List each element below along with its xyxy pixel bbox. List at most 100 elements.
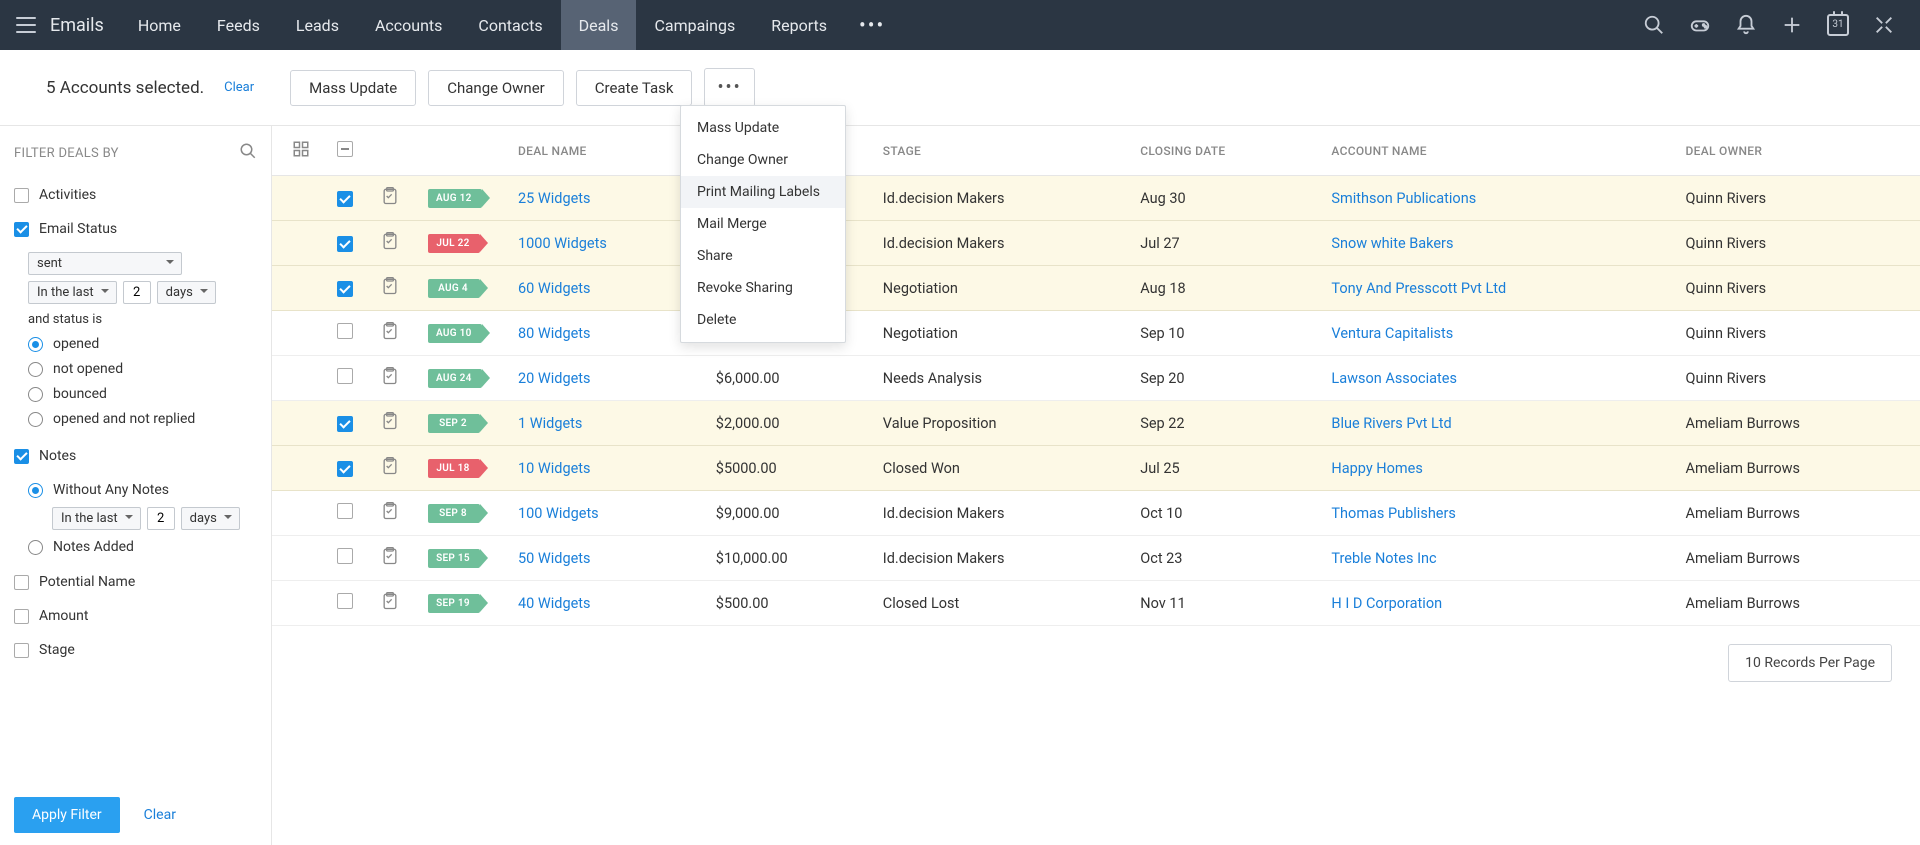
table-row[interactable]: SEP 8100 Widgets$9,000.00Id.decision Mak…: [272, 491, 1920, 536]
table-row[interactable]: JUL 221000 Widgets$4,000.00Id.decision M…: [272, 221, 1920, 266]
col-closing[interactable]: CLOSING DATE: [1130, 126, 1321, 176]
filter-notes[interactable]: Notes: [14, 448, 257, 464]
change-owner-button[interactable]: Change Owner: [428, 70, 563, 106]
filter-search-icon[interactable]: [239, 142, 257, 164]
deal-link[interactable]: 100 Widgets: [518, 505, 599, 522]
row-checkbox[interactable]: [337, 191, 353, 207]
timeframe-select[interactable]: In the last: [28, 281, 117, 304]
account-link[interactable]: Smithson Publications: [1331, 190, 1476, 207]
row-checkbox[interactable]: [337, 281, 353, 297]
create-task-button[interactable]: Create Task: [576, 70, 693, 106]
dropdown-item[interactable]: Print Mailing Labels: [681, 176, 845, 208]
row-checkbox[interactable]: [337, 416, 353, 432]
task-icon[interactable]: [380, 546, 400, 566]
account-link[interactable]: Happy Homes: [1331, 460, 1422, 477]
table-row[interactable]: AUG 1225 Widgets$10,000.00Id.decision Ma…: [272, 176, 1920, 221]
bell-icon[interactable]: [1734, 13, 1758, 37]
select-all-checkbox[interactable]: [337, 141, 353, 157]
deal-link[interactable]: 20 Widgets: [518, 370, 591, 387]
filter-potential-name[interactable]: Potential Name: [14, 574, 257, 590]
task-icon[interactable]: [380, 366, 400, 386]
plus-icon[interactable]: [1780, 13, 1804, 37]
table-row[interactable]: SEP 1940 Widgets$500.00Closed LostNov 11…: [272, 581, 1920, 626]
table-row[interactable]: SEP 1550 Widgets$10,000.00Id.decision Ma…: [272, 536, 1920, 581]
task-icon[interactable]: [380, 501, 400, 521]
row-checkbox[interactable]: [337, 368, 353, 384]
column-settings-icon[interactable]: [292, 140, 310, 158]
nav-tab-home[interactable]: Home: [120, 0, 199, 50]
filter-stage[interactable]: Stage: [14, 642, 257, 658]
table-row[interactable]: SEP 21 Widgets$2,000.00Value Proposition…: [272, 401, 1920, 446]
row-checkbox[interactable]: [337, 236, 353, 252]
notes-number[interactable]: [147, 507, 175, 530]
task-icon[interactable]: [380, 186, 400, 206]
nav-tab-accounts[interactable]: Accounts: [357, 0, 460, 50]
task-icon[interactable]: [380, 591, 400, 611]
records-per-page-select[interactable]: 10 Records Per Page: [1728, 644, 1892, 682]
notes-timeframe-select[interactable]: In the last: [52, 507, 141, 530]
task-icon[interactable]: [380, 411, 400, 431]
account-link[interactable]: H I D Corporation: [1331, 595, 1442, 612]
filter-amount[interactable]: Amount: [14, 608, 257, 624]
account-link[interactable]: Ventura Capitalists: [1331, 325, 1453, 342]
filter-email-status[interactable]: Email Status: [14, 221, 257, 237]
deal-link[interactable]: 40 Widgets: [518, 595, 591, 612]
row-checkbox[interactable]: [337, 503, 353, 519]
status-select[interactable]: sent: [28, 252, 182, 275]
nav-tab-reports[interactable]: Reports: [753, 0, 845, 50]
task-icon[interactable]: [380, 276, 400, 296]
row-checkbox[interactable]: [337, 323, 353, 339]
dropdown-item[interactable]: Revoke Sharing: [681, 272, 845, 304]
gamepad-icon[interactable]: [1688, 13, 1712, 37]
deal-link[interactable]: 80 Widgets: [518, 325, 591, 342]
dropdown-item[interactable]: Mass Update: [681, 112, 845, 144]
clear-selection-link[interactable]: Clear: [224, 80, 254, 95]
dropdown-item[interactable]: Change Owner: [681, 144, 845, 176]
account-link[interactable]: Tony And Presscott Pvt Ltd: [1331, 280, 1506, 297]
account-link[interactable]: Blue Rivers Pvt Ltd: [1331, 415, 1451, 432]
calendar-icon[interactable]: 31: [1826, 13, 1850, 37]
app-brand[interactable]: Emails: [50, 15, 104, 36]
account-link[interactable]: Snow white Bakers: [1331, 235, 1453, 252]
notes-unit-select[interactable]: days: [181, 507, 240, 530]
hamburger-icon[interactable]: [16, 17, 36, 33]
nav-tab-contacts[interactable]: Contacts: [460, 0, 560, 50]
nav-more-icon[interactable]: •••: [845, 13, 899, 37]
account-link[interactable]: Thomas Publishers: [1331, 505, 1455, 522]
notes-without-radio[interactable]: Without Any Notes: [28, 482, 257, 498]
nav-tab-feeds[interactable]: Feeds: [199, 0, 278, 50]
row-checkbox[interactable]: [337, 548, 353, 564]
apply-filter-button[interactable]: Apply Filter: [14, 797, 120, 833]
account-link[interactable]: Lawson Associates: [1331, 370, 1457, 387]
account-link[interactable]: Treble Notes Inc: [1331, 550, 1436, 567]
deal-link[interactable]: 10 Widgets: [518, 460, 591, 477]
status-radio[interactable]: not opened: [28, 361, 257, 377]
task-icon[interactable]: [380, 456, 400, 476]
task-icon[interactable]: [380, 321, 400, 341]
unit-select[interactable]: days: [157, 281, 216, 304]
col-stage[interactable]: STAGE: [873, 126, 1130, 176]
col-account[interactable]: ACCOUNT NAME: [1321, 126, 1675, 176]
deal-link[interactable]: 50 Widgets: [518, 550, 591, 567]
dropdown-item[interactable]: Delete: [681, 304, 845, 336]
table-row[interactable]: JUL 1810 Widgets$5000.00Closed WonJul 25…: [272, 446, 1920, 491]
notes-added-radio[interactable]: Notes Added: [28, 539, 257, 555]
search-icon[interactable]: [1642, 13, 1666, 37]
table-row[interactable]: AUG 2420 Widgets$6,000.00Needs AnalysisS…: [272, 356, 1920, 401]
table-row[interactable]: AUG 1080 Widgets$11,000.00NegotiationSep…: [272, 311, 1920, 356]
status-radio[interactable]: bounced: [28, 386, 257, 402]
col-owner[interactable]: DEAL OWNER: [1676, 126, 1920, 176]
dropdown-item[interactable]: Share: [681, 240, 845, 272]
tools-icon[interactable]: [1872, 13, 1896, 37]
status-radio[interactable]: opened: [28, 336, 257, 352]
col-deal[interactable]: DEAL NAME: [508, 126, 706, 176]
nav-tab-campaings[interactable]: Campaings: [636, 0, 753, 50]
row-checkbox[interactable]: [337, 461, 353, 477]
status-radio[interactable]: opened and not replied: [28, 411, 257, 427]
clear-filter-link[interactable]: Clear: [144, 807, 176, 823]
deal-link[interactable]: 1000 Widgets: [518, 235, 607, 252]
mass-update-button[interactable]: Mass Update: [290, 70, 416, 106]
deal-link[interactable]: 25 Widgets: [518, 190, 591, 207]
dropdown-item[interactable]: Mail Merge: [681, 208, 845, 240]
task-icon[interactable]: [380, 231, 400, 251]
